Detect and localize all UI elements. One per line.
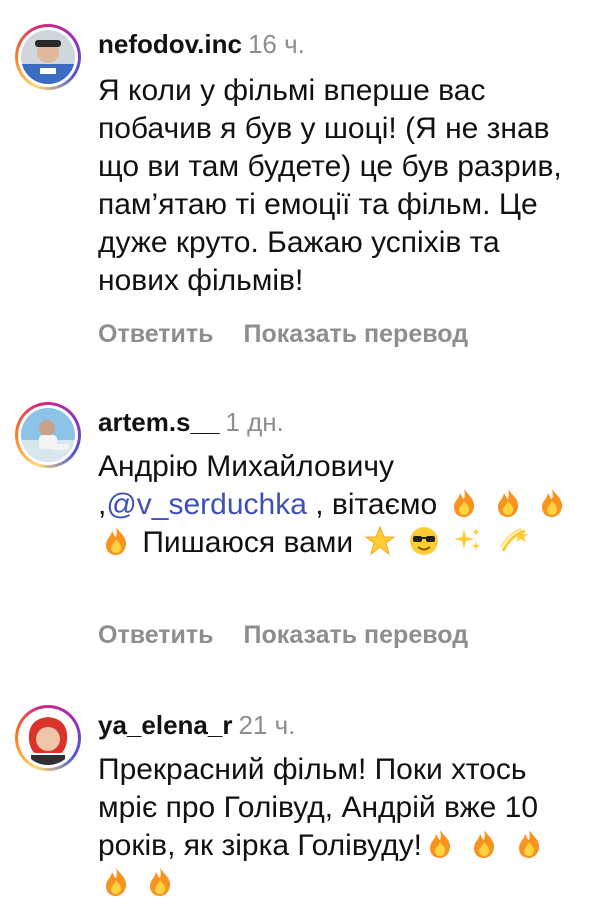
username-link[interactable]: ya_elena_r [98,710,232,740]
avatar-ring-gap [18,708,78,768]
avatar-ring-gap [18,27,78,87]
mention-link[interactable]: @v_serduchka [106,488,307,521]
avatar-ring-gap [18,405,78,465]
comment-text-part: Пишаюся вами [134,526,354,559]
avatar-story-ring[interactable] [15,402,81,468]
dizzy-icon [499,528,528,552]
comment-meta: nefodov.inc 16 ч. [98,28,305,60]
comment-text: Андрію Михайловичу ,@v_serduchka , вітає… [98,448,588,562]
fire-icon [106,868,127,896]
fire-icon [518,830,539,858]
comment-text: Прекрасний фільм! Поки хтось мріє про Го… [98,751,588,903]
avatar-photo-icon [21,408,75,462]
comment-meta: ya_elena_r 21 ч. [98,709,295,741]
fire-icon [497,489,519,517]
fire-icon [453,489,474,517]
comment-text-part: , вітаємо [306,488,438,521]
comment-timestamp[interactable]: 16 ч. [248,29,305,59]
avatar[interactable] [21,30,75,84]
avatar[interactable] [21,711,75,765]
avatar-photo-icon [21,30,75,84]
avatar-photo-icon [21,711,75,765]
fire-icon [474,830,495,858]
sparkles-icon [454,528,482,551]
avatar[interactable] [21,408,75,462]
avatar-story-ring[interactable] [15,24,81,90]
comment-text: Я коли у фільмі вперше вас побачив я був… [98,74,562,297]
reply-button[interactable]: Ответить [98,320,214,348]
username-link[interactable]: nefodov.inc [98,29,242,59]
glowing-star-icon [364,525,395,556]
comment-timestamp[interactable]: 21 ч. [238,710,295,740]
show-translation-button[interactable]: Показать перевод [244,320,469,348]
fire-icon [150,868,171,896]
reply-button[interactable]: Ответить [98,621,214,649]
comment-meta: artem.s__ 1 дн. [98,406,284,438]
comment-actions: Ответить Показать перевод [98,620,468,650]
comment-actions: Ответить Показать перевод [98,319,468,349]
comment-timestamp[interactable]: 1 дн. [225,407,283,437]
fire-icon [542,489,563,517]
sunglasses-face-icon [409,527,438,555]
username-link[interactable]: artem.s__ [98,407,219,437]
show-translation-button[interactable]: Показать перевод [244,621,469,649]
fire-icon [429,830,451,858]
fire-icon [106,527,127,555]
avatar-story-ring[interactable] [15,705,81,771]
